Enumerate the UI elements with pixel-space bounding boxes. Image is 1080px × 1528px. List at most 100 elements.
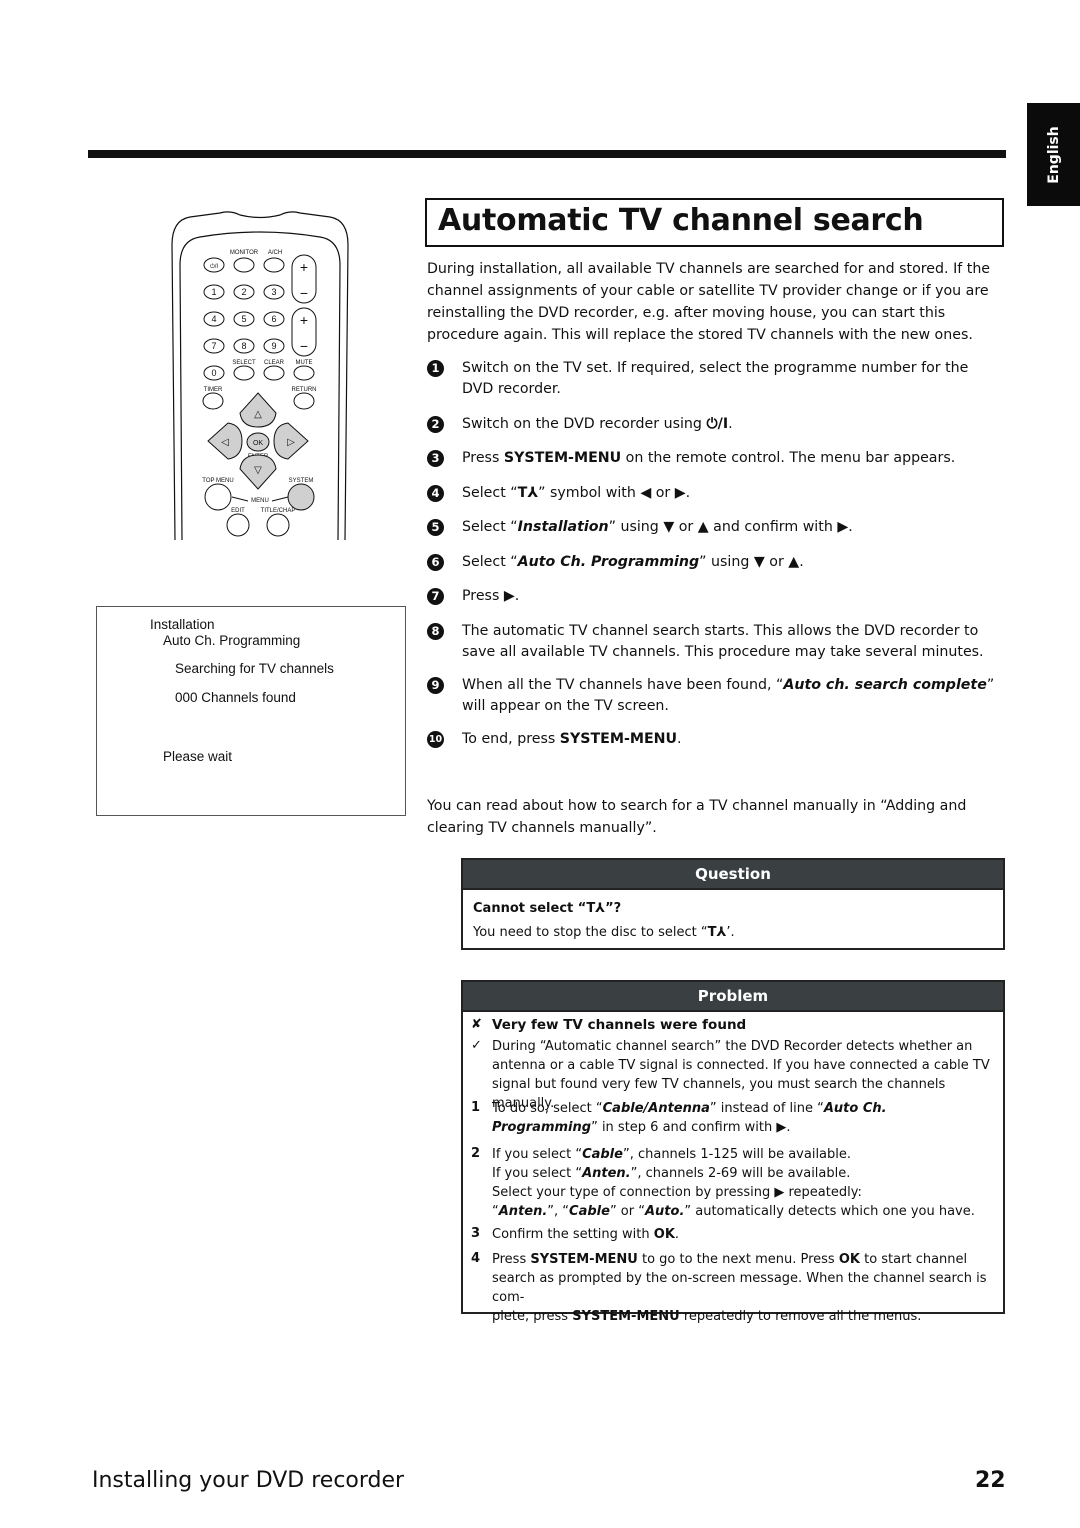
text-run: Cable <box>582 1147 623 1162</box>
return-button <box>293 392 315 410</box>
digit-3-label: 3 <box>271 287 276 297</box>
menu-label: MENU <box>251 498 269 504</box>
step-number-badge: 8 <box>427 623 444 640</box>
text-run: T⅄ <box>517 485 539 501</box>
remote-control-illustration: MONITOR A/CH CH VOL SELECT CLEAR MUTE TI… <box>171 211 349 540</box>
top-rule <box>88 150 1006 158</box>
text-run: to go to the next menu. Press <box>637 1252 839 1267</box>
remote-outer-body <box>171 211 349 540</box>
text-run: ”, channels 1-125 will be available. <box>622 1147 852 1162</box>
problem-step-number: 3 <box>471 1226 481 1241</box>
step-text: When all the TV channels have been found… <box>462 675 1002 716</box>
text-run: ” automatically detects which one you ha… <box>684 1204 975 1219</box>
text-run: “ <box>492 1204 499 1219</box>
text-run: ” instead of line “ <box>709 1101 824 1116</box>
title-box: Automatic TV channel search <box>425 198 1004 247</box>
digit-4-label: 4 <box>211 314 216 324</box>
text-run: Cable <box>569 1204 610 1219</box>
text-run: . <box>728 416 733 432</box>
top-menu-button <box>204 483 232 511</box>
step-text: To end, press SYSTEM-MENU. <box>462 729 1002 750</box>
monitor-label: MONITOR <box>230 250 259 256</box>
title-chap-label: TITLE/CHAP <box>261 508 296 514</box>
select-label: SELECT <box>232 360 256 366</box>
text-run: SYSTEM-MENU <box>530 1252 638 1267</box>
clear-label: CLEAR <box>264 360 285 366</box>
step-item: 7 Press ▶. <box>427 586 1002 607</box>
manual-search-note: You can read about how to search for a T… <box>427 798 967 836</box>
problem-header: Problem <box>463 982 1003 1012</box>
text-run: To end, press <box>462 731 560 747</box>
step-number-badge: 6 <box>427 554 444 571</box>
language-label: English <box>1045 125 1062 184</box>
top-menu-label: TOP MENU <box>202 478 233 484</box>
text-run: If you select “ <box>492 1147 583 1162</box>
setup-tools-icon: T⅄ <box>586 901 606 916</box>
problem-step-number: 1 <box>471 1100 481 1115</box>
text-run: repeatedly to remove all the menus. <box>679 1309 922 1324</box>
text-run: ⏻/I <box>706 416 729 432</box>
step-text: Select “Auto Ch. Programming” using ▼ or… <box>462 552 1002 573</box>
step-text: Select “T⅄” symbol with ◀ or ▶. <box>462 483 1002 504</box>
text-run: OK <box>653 1227 675 1242</box>
step-item: 4 Select “T⅄” symbol with ◀ or ▶. <box>427 483 1002 504</box>
step-item: 1 Switch on the TV set. If required, sele… <box>427 358 1002 399</box>
mute-label: MUTE <box>296 360 313 366</box>
text-run: Installation <box>517 519 609 535</box>
step-number-badge: 5 <box>427 519 444 536</box>
text-run: . <box>677 731 682 747</box>
step-item: 9 When all the TV channels have been foun… <box>427 675 1002 716</box>
text-run: Cable/Antenna <box>602 1101 710 1116</box>
text-run: ” symbol with ◀ or ▶. <box>538 485 691 501</box>
mute-button <box>293 365 315 381</box>
ch-plus-icon: + <box>300 259 308 275</box>
step-number-badge: 4 <box>427 485 444 502</box>
step-text: Switch on the DVD recorder using ⏻/I. <box>462 414 1002 435</box>
text-run: To do so, select “ <box>492 1101 603 1116</box>
text-run: OK <box>838 1252 860 1267</box>
right-arrow-icon: ▷ <box>287 437 295 448</box>
text-run: Auto ch. search complete <box>783 677 987 693</box>
text-run: ”, channels 2-69 will be available. <box>630 1166 851 1181</box>
text-run: Select your type of connection by pressi… <box>492 1185 862 1200</box>
clear-button <box>263 365 285 381</box>
text-run: ” using ▼ or ▲. <box>699 554 804 570</box>
footer-section-title: Installing your DVD recorder <box>92 1468 405 1493</box>
system-button <box>287 483 315 511</box>
problem-step-text: Press SYSTEM-MENU to go to the next menu… <box>492 1250 992 1326</box>
step-item: 3 Press SYSTEM-MENU on the remote control… <box>427 448 1002 469</box>
step-text: Press ▶. <box>462 586 1002 607</box>
text-run: SYSTEM-MENU <box>503 450 622 466</box>
text-run: Select “ <box>462 485 518 501</box>
monitor-button <box>233 257 255 273</box>
text-run: on the remote control. The menu bar appe… <box>621 450 956 466</box>
text-run: If you select “ <box>492 1166 583 1181</box>
step-number-badge: 2 <box>427 416 444 433</box>
step-item: 6 Select “Auto Ch. Programming” using ▼ o… <box>427 552 1002 573</box>
problem-step-number: 2 <box>471 1146 481 1161</box>
page-number: 22 <box>975 1468 1006 1493</box>
problem-step-text: Confirm the setting with OK. <box>492 1225 992 1244</box>
question-box: Question Cannot select “T⅄”? You need to… <box>461 858 1005 950</box>
step-item: 8 The automatic TV channel search starts.… <box>427 621 1002 662</box>
solution-check-icon: ✓ <box>471 1038 482 1053</box>
menu-line-left <box>231 496 249 502</box>
edit-button <box>226 513 250 537</box>
problem-x-icon: ✘ <box>471 1017 482 1032</box>
select-button <box>233 365 255 381</box>
text-run: Auto. <box>644 1204 685 1219</box>
text-run: SYSTEM-MENU <box>559 731 678 747</box>
setup-tools-icon: T⅄ <box>707 925 727 940</box>
text-run: plete, press <box>492 1309 573 1324</box>
problem-box: Problem ✘ Very few TV channels were foun… <box>461 980 1005 1324</box>
text-run: Anten. <box>582 1166 631 1181</box>
text-run: Select “ <box>462 554 518 570</box>
step-text: Select “Installation” using ▼ or ▲ and c… <box>462 517 1002 538</box>
answer-suffix: ’. <box>726 925 735 940</box>
problem-title: Very few TV channels were found <box>492 1017 747 1033</box>
text-run: Switch on the DVD recorder using <box>462 416 707 432</box>
problem-step-text: If you select “Cable”, channels 1-125 wi… <box>492 1145 992 1221</box>
step-number-badge: 9 <box>427 677 444 694</box>
text-run: Switch on the TV set. If required, selec… <box>462 360 969 397</box>
digit-0-label: 0 <box>211 368 216 378</box>
